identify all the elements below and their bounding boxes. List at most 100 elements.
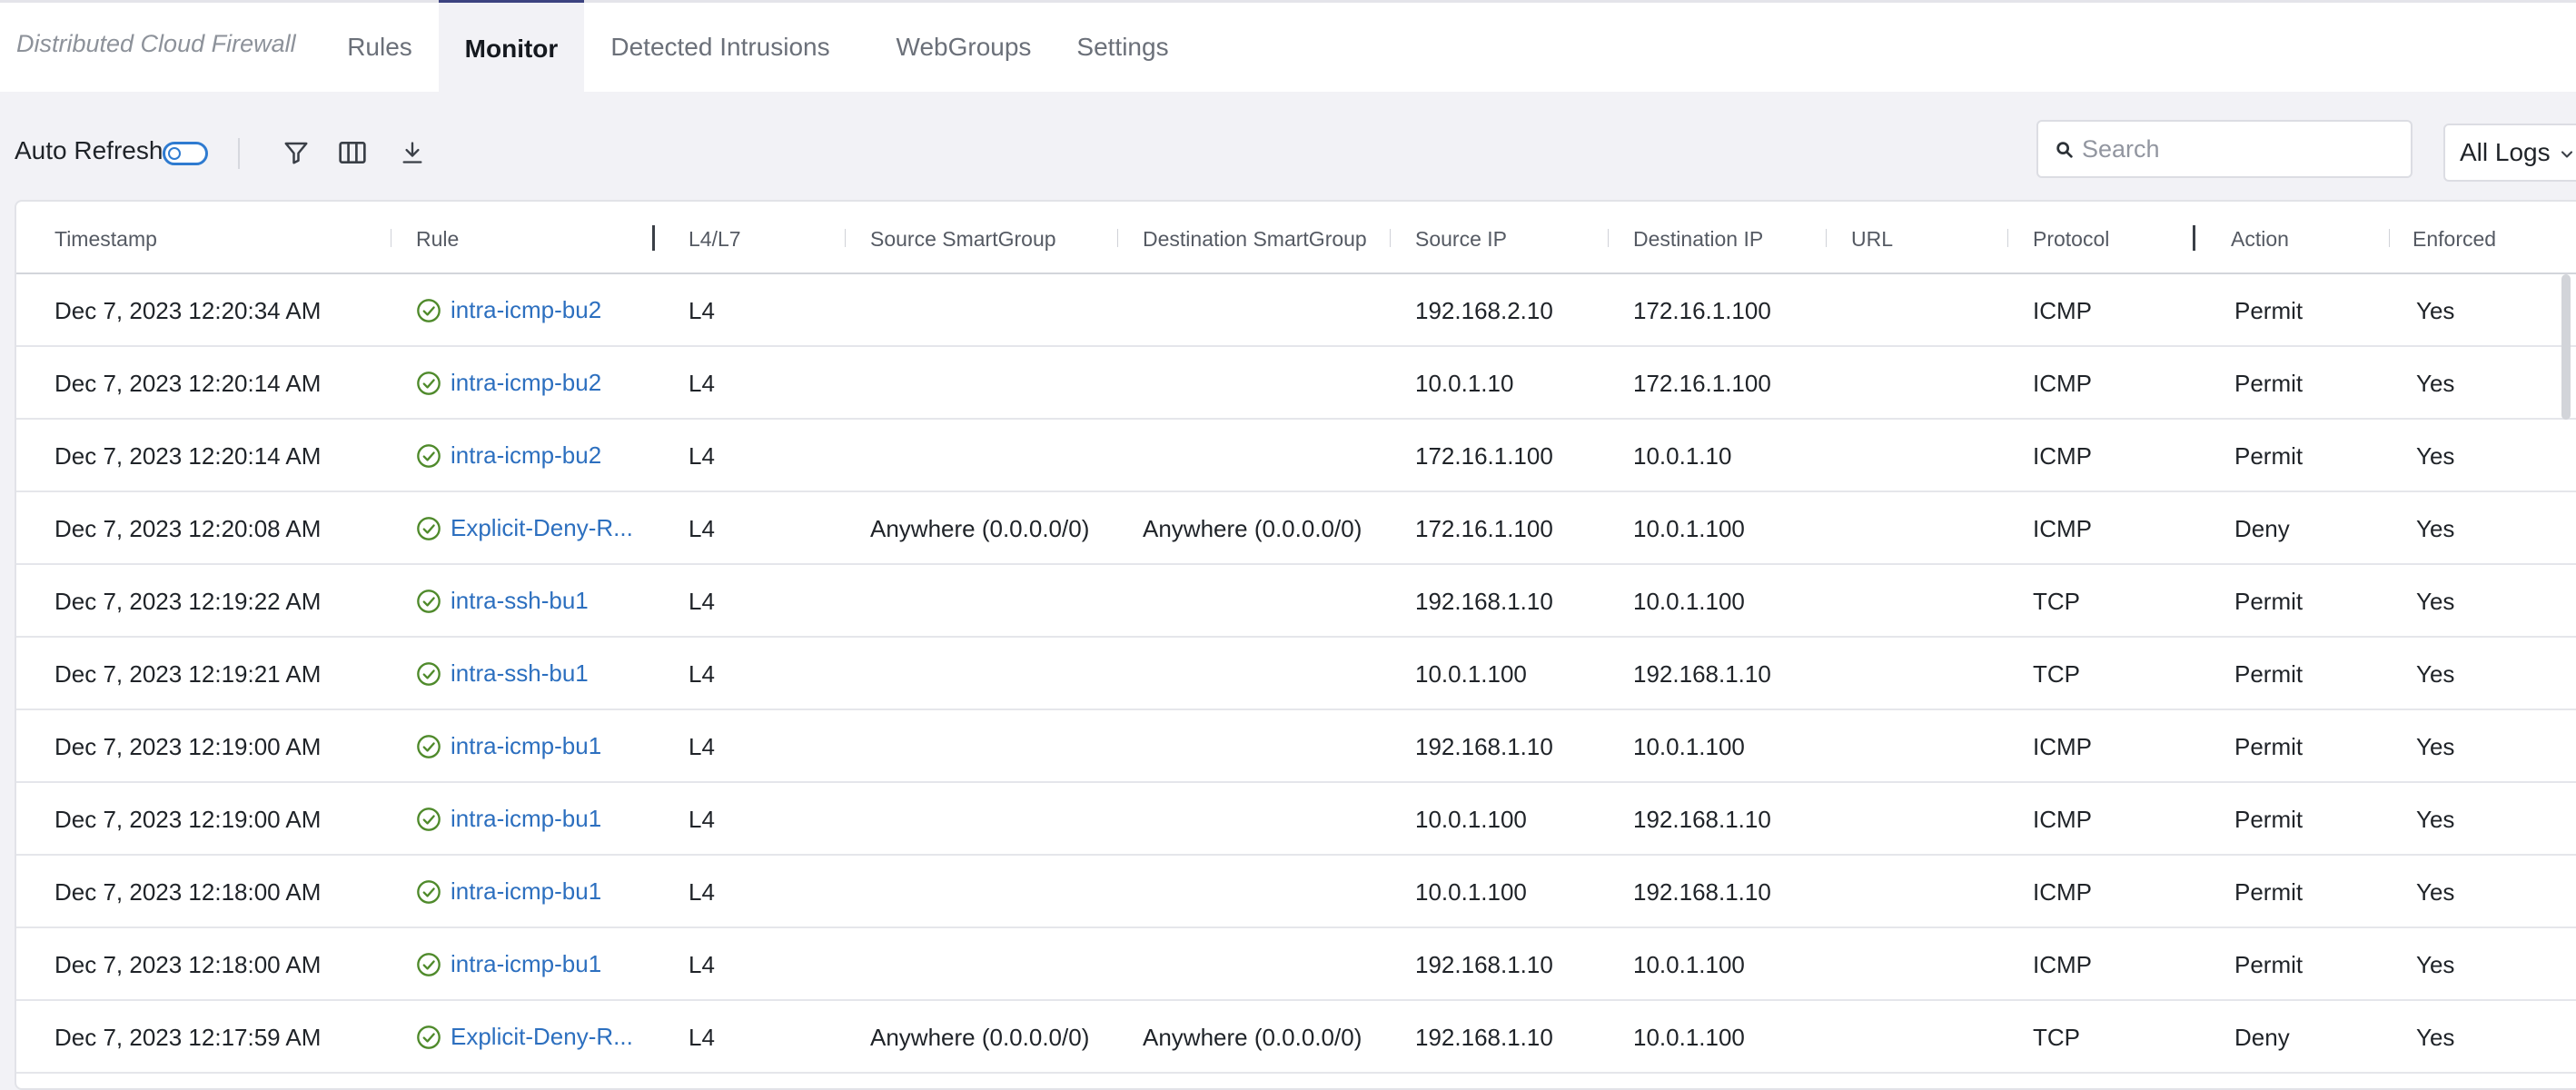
check-circle-icon [417, 1025, 441, 1049]
toggle-knob [168, 147, 181, 160]
cell-action: Permit [2234, 806, 2304, 833]
table-row[interactable]: Dec 7, 2023 12:19:21 AM intra-ssh-bu1 L4… [16, 638, 2576, 710]
cell-timestamp: Dec 7, 2023 12:20:14 AM [54, 370, 322, 397]
table-row[interactable]: Dec 7, 2023 12:18:00 AM intra-icmp-bu1 L… [16, 928, 2576, 1001]
cell-source-ip: 192.168.1.10 [1415, 951, 1553, 978]
cell-l4l7: L4 [689, 297, 715, 324]
cell-source-ip: 192.168.1.10 [1415, 588, 1553, 615]
search-box [2036, 120, 2413, 178]
chevron-down-icon [2561, 151, 2573, 158]
table-row[interactable]: Dec 7, 2023 12:20:34 AM intra-icmp-bu2 L… [16, 274, 2576, 347]
rule-link[interactable]: intra-ssh-bu1 [451, 587, 589, 615]
cell-action: Permit [2234, 442, 2304, 470]
cell-protocol: ICMP [2033, 370, 2092, 397]
col-header-enforced[interactable]: Enforced [2413, 227, 2496, 252]
vertical-scrollbar[interactable] [2561, 274, 2571, 420]
rule-link[interactable]: intra-icmp-bu1 [451, 732, 601, 760]
rule-link[interactable]: intra-icmp-bu2 [451, 369, 601, 397]
rule-link[interactable]: Explicit-Deny-R... [451, 1023, 633, 1051]
col-header-rule[interactable]: Rule [416, 227, 459, 252]
cell-rule: intra-icmp-bu1 [416, 877, 643, 906]
rule-link[interactable]: intra-icmp-bu2 [451, 441, 601, 470]
cell-rule: intra-icmp-bu2 [416, 369, 643, 397]
cell-destination-ip: 172.16.1.100 [1633, 370, 1771, 397]
col-separator[interactable] [2389, 229, 2390, 247]
cell-enforced: Yes [2416, 442, 2455, 470]
col-separator[interactable] [1117, 229, 1118, 247]
col-header-protocol[interactable]: Protocol [2033, 227, 2109, 252]
cell-destination-ip: 10.0.1.100 [1633, 1024, 1745, 1051]
col-separator[interactable] [845, 229, 846, 247]
table-row[interactable]: Dec 7, 2023 12:19:22 AM intra-ssh-bu1 L4… [16, 565, 2576, 638]
cell-rule: intra-icmp-bu2 [416, 441, 643, 470]
cell-rule: intra-ssh-bu1 [416, 587, 643, 615]
top-tab-bar: Distributed Cloud Firewall Rules Monitor… [0, 0, 2576, 94]
auto-refresh-toggle[interactable] [163, 142, 208, 165]
table-row[interactable]: Dec 7, 2023 12:18:00 AM intra-icmp-bu1 L… [16, 856, 2576, 928]
cell-rule: intra-icmp-bu1 [416, 732, 643, 760]
cell-destination-ip: 10.0.1.100 [1633, 733, 1745, 760]
cell-protocol: ICMP [2033, 297, 2092, 324]
rule-link[interactable]: intra-icmp-bu1 [451, 877, 601, 906]
cell-enforced: Yes [2416, 515, 2455, 542]
search-input[interactable] [2082, 131, 2400, 167]
col-separator[interactable] [1826, 229, 1827, 247]
tab-monitor[interactable]: Monitor [439, 0, 584, 94]
cell-protocol: ICMP [2033, 806, 2092, 833]
col-header-destination-ip[interactable]: Destination IP [1633, 227, 1763, 252]
logs-filter-select[interactable]: All Logs [2443, 124, 2576, 182]
download-icon[interactable] [396, 136, 429, 169]
table-row[interactable]: Dec 7, 2023 12:20:08 AM Explicit-Deny-R.… [16, 492, 2576, 565]
table-row[interactable]: Dec 7, 2023 12:19:00 AM intra-icmp-bu1 L… [16, 783, 2576, 856]
cell-enforced: Yes [2416, 951, 2455, 978]
cell-protocol: ICMP [2033, 442, 2092, 470]
col-separator[interactable] [2007, 229, 2008, 247]
col-separator[interactable] [1390, 229, 1391, 247]
cell-enforced: Yes [2416, 1024, 2455, 1051]
col-header-url[interactable]: URL [1851, 227, 1893, 252]
filter-icon[interactable] [280, 136, 312, 169]
table-row[interactable]: Dec 7, 2023 12:19:00 AM intra-icmp-bu1 L… [16, 710, 2576, 783]
tab-rules[interactable]: Rules [332, 0, 427, 94]
tab-webgroups[interactable]: WebGroups [877, 0, 1050, 94]
table-row[interactable]: Dec 7, 2023 12:17:59 AM Explicit-Deny-R.… [16, 1001, 2576, 1074]
cell-enforced: Yes [2416, 733, 2455, 760]
col-separator[interactable] [1608, 229, 1609, 247]
tab-settings[interactable]: Settings [1068, 0, 1177, 94]
cell-source-ip: 172.16.1.100 [1415, 515, 1553, 542]
col-header-timestamp[interactable]: Timestamp [54, 227, 157, 252]
rule-link[interactable]: intra-icmp-bu1 [451, 805, 601, 833]
table-header: Timestamp Rule L4/L7 Source SmartGroup D… [16, 202, 2576, 274]
rule-link[interactable]: intra-icmp-bu2 [451, 296, 601, 324]
cell-rule: intra-ssh-bu1 [416, 659, 643, 688]
cell-action: Permit [2234, 733, 2304, 760]
cell-rule: Explicit-Deny-R... [416, 514, 643, 542]
rule-link[interactable]: Explicit-Deny-R... [451, 514, 633, 542]
cell-timestamp: Dec 7, 2023 12:20:14 AM [54, 442, 322, 470]
cell-protocol: ICMP [2033, 733, 2092, 760]
check-circle-icon [417, 371, 441, 395]
table-row[interactable]: Dec 7, 2023 12:20:14 AM intra-icmp-bu2 L… [16, 420, 2576, 492]
rule-link[interactable]: intra-icmp-bu1 [451, 950, 601, 978]
cell-enforced: Yes [2416, 878, 2455, 906]
cell-enforced: Yes [2416, 370, 2455, 397]
cell-destination-ip: 192.168.1.10 [1633, 806, 1771, 833]
tab-detected-intrusions[interactable]: Detected Intrusions [599, 0, 841, 94]
col-header-source-smartgroup[interactable]: Source SmartGroup [870, 227, 1056, 252]
table-row[interactable]: Dec 7, 2023 12:20:14 AM intra-icmp-bu2 L… [16, 347, 2576, 420]
col-header-l4l7[interactable]: L4/L7 [689, 227, 741, 252]
col-header-action[interactable]: Action [2231, 227, 2289, 252]
rule-link[interactable]: intra-ssh-bu1 [451, 659, 589, 688]
col-header-source-ip[interactable]: Source IP [1415, 227, 1507, 252]
check-circle-icon [417, 734, 441, 758]
app-title: Distributed Cloud Firewall [16, 30, 296, 57]
col-header-destination-smartgroup[interactable]: Destination SmartGroup [1143, 227, 1367, 252]
columns-icon[interactable] [336, 136, 369, 169]
cell-rule: Explicit-Deny-R... [416, 1023, 643, 1051]
cell-source-ip: 10.0.1.100 [1415, 660, 1527, 688]
col-resize-handle[interactable] [652, 225, 655, 251]
check-circle-icon [417, 879, 441, 904]
logs-select-value: All Logs [2460, 138, 2551, 166]
logs-table: Timestamp Rule L4/L7 Source SmartGroup D… [15, 200, 2576, 1090]
col-resize-handle[interactable] [2193, 225, 2195, 251]
